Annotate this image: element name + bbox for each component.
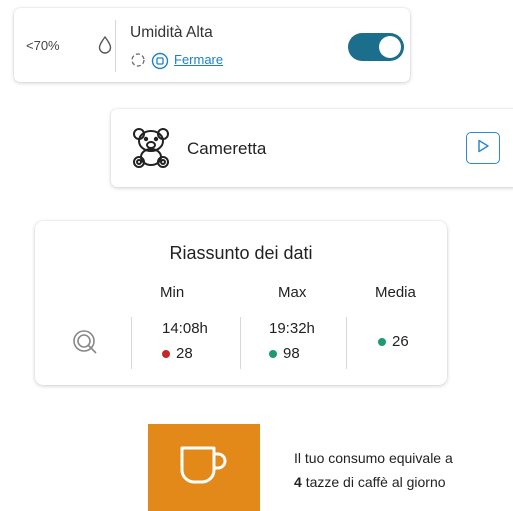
min-time: 14:08h (162, 320, 208, 337)
room-name: Cameretta (187, 139, 267, 158)
min-value: 28 (162, 345, 193, 362)
column-divider (131, 317, 132, 369)
data-summary-card: Riassunto dei dati Min Max Media 14:08h … (35, 221, 447, 385)
media-value: 26 (378, 333, 409, 350)
toggle-knob (379, 36, 401, 58)
coffee-count: 4 (294, 474, 302, 490)
coffee-text-rest: tazze di caffè al giorno (305, 474, 446, 490)
air-quality-icon (71, 328, 99, 361)
play-button[interactable] (466, 132, 500, 164)
max-value-text: 98 (283, 345, 300, 362)
status-dot (378, 337, 386, 346)
room-card[interactable]: Cameretta (111, 109, 513, 187)
teddy-bear-icon (129, 125, 173, 174)
stop-icon[interactable] (151, 52, 169, 75)
column-header-max: Max (278, 284, 307, 301)
coffee-icon-panel (148, 424, 260, 511)
max-value: 98 (269, 345, 300, 362)
status-dot (269, 349, 277, 358)
summary-title: Riassunto dei dati (169, 243, 313, 263)
column-divider (346, 317, 347, 369)
coffee-text-line2: 4 tazze di caffè al giorno (294, 474, 446, 490)
cycle-icon (130, 52, 146, 73)
water-drop-icon (98, 35, 112, 59)
play-icon (476, 139, 490, 158)
column-header-media: Media (375, 284, 416, 301)
humidity-threshold: <70% (26, 38, 60, 53)
column-header-min: Min (160, 284, 185, 301)
column-divider (240, 317, 241, 369)
media-value-text: 26 (392, 333, 409, 350)
divider (115, 20, 116, 72)
min-value-text: 28 (176, 345, 193, 362)
coffee-consumption-card: Il tuo consumo equivale a 4 tazze di caf… (148, 424, 513, 511)
alert-title: Umidità Alta (130, 24, 213, 41)
humidity-alert-card: <70% Umidità Alta Fermare (14, 8, 410, 82)
max-time: 19:32h (269, 320, 315, 337)
coffee-text-line1: Il tuo consumo equivale a (294, 450, 453, 466)
status-dot (162, 349, 170, 358)
coffee-cup-icon (178, 442, 230, 493)
stop-link[interactable]: Fermare (174, 52, 223, 67)
alert-toggle[interactable] (348, 33, 404, 61)
